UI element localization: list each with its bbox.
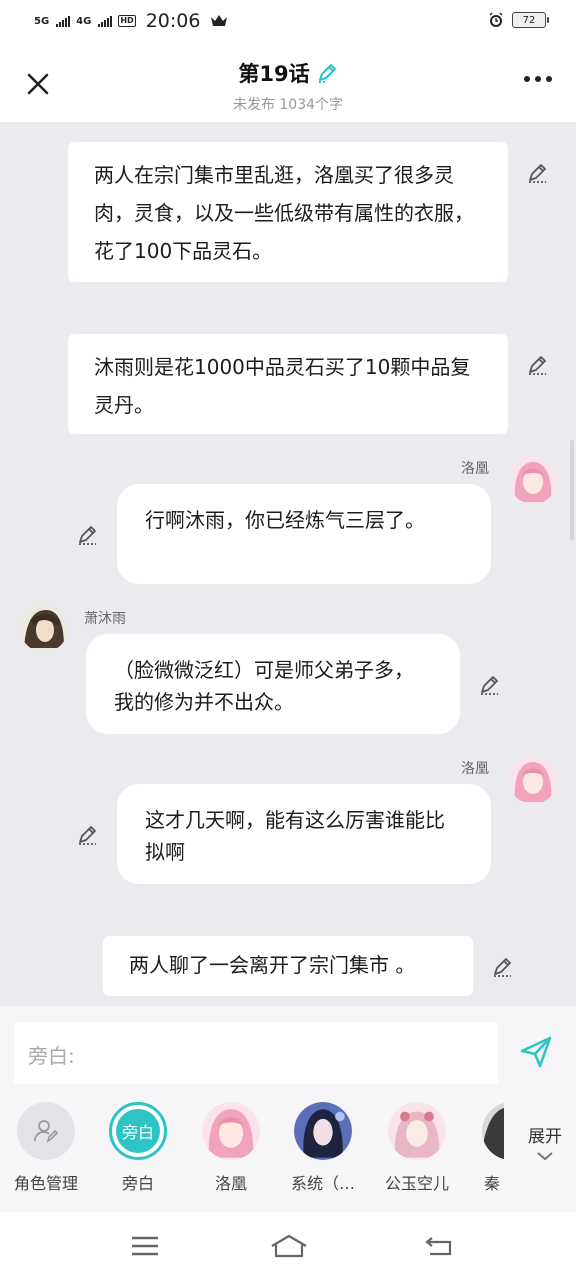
edit-icon[interactable]	[76, 824, 98, 846]
role-label: 角色管理	[13, 1174, 78, 1193]
edit-icon[interactable]	[491, 956, 513, 978]
edit-title-icon[interactable]	[316, 62, 338, 84]
narration-message[interactable]: 两人在宗门集市里乱逛，洛凰买了很多灵肉，灵食，以及一些低级带有属性的衣服，花了1…	[68, 142, 508, 282]
role-label: 旁白	[121, 1174, 154, 1193]
chat-bubble-right[interactable]: 行啊沐雨，你已经炼气三层了。	[117, 484, 491, 584]
message-text: 行啊沐雨，你已经炼气三层了。	[145, 508, 425, 532]
network-4g-label: 4G	[76, 15, 92, 27]
home-icon[interactable]	[270, 1232, 308, 1260]
message-text: 两人在宗门集市里乱逛，洛凰买了很多灵肉，灵食，以及一些低级带有属性的衣服，花了1…	[94, 163, 474, 263]
avatar-partial	[482, 1102, 504, 1160]
role-label: 公玉空儿	[384, 1174, 449, 1193]
speaker-name: 洛凰	[461, 761, 489, 777]
battery-icon: 72	[512, 12, 549, 28]
edit-icon[interactable]	[526, 354, 548, 376]
status-time: 20:06	[145, 10, 201, 32]
narration-message[interactable]: 两人聊了一会离开了宗门集市 。	[103, 936, 473, 996]
avatar[interactable]	[20, 604, 68, 652]
input-placeholder: 旁白:	[28, 1044, 75, 1068]
speaker-name: 洛凰	[461, 461, 489, 477]
avatar[interactable]	[509, 756, 557, 804]
battery-level: 72	[522, 14, 536, 26]
avatar-luohuang	[202, 1102, 260, 1160]
avatar-system	[294, 1102, 352, 1160]
role-selector: 角色管理 旁白 旁白 洛凰 系统（… 公玉空儿 秦 展开	[0, 1102, 576, 1202]
edit-icon[interactable]	[76, 524, 98, 546]
chat-bubble-left[interactable]: （脸微微泛红）可是师父弟子多，我的修为并不出众。	[86, 634, 460, 734]
message-text: 沐雨则是花1000中品灵石买了10颗中品复灵丹。	[94, 355, 471, 417]
signal-icon-2	[98, 15, 113, 27]
role-partial[interactable]: 秦	[470, 1102, 504, 1194]
message-text: 两人聊了一会离开了宗门集市 。	[129, 953, 416, 977]
role-manage-button[interactable]: 角色管理	[5, 1102, 87, 1194]
expand-button[interactable]: 展开	[520, 1122, 562, 1167]
edit-icon[interactable]	[526, 162, 548, 184]
composer-panel: 旁白: 角色管理 旁白 旁白 洛凰 系统（… 公玉空儿 秦 展开	[0, 1006, 576, 1212]
scrollbar[interactable]	[570, 440, 574, 540]
message-text: 这才几天啊，能有这么厉害谁能比拟啊	[145, 808, 445, 864]
role-gongyu[interactable]: 公玉空儿	[376, 1102, 458, 1194]
message-input[interactable]: 旁白:	[14, 1022, 498, 1084]
more-options-icon[interactable]	[524, 76, 552, 82]
menu-icon[interactable]	[128, 1232, 162, 1260]
role-narration[interactable]: 旁白 旁白	[97, 1102, 179, 1194]
back-icon[interactable]	[422, 1232, 456, 1260]
narration-badge-text: 旁白	[116, 1109, 160, 1153]
role-luohuang[interactable]: 洛凰	[190, 1102, 272, 1194]
role-system[interactable]: 系统（…	[282, 1102, 364, 1194]
status-bar: 5G 4G HD 20:06 72	[0, 0, 576, 44]
avatar-gongyu	[388, 1102, 446, 1160]
chapter-title: 第19话	[238, 62, 310, 86]
chat-bubble-right[interactable]: 这才几天啊，能有这么厉害谁能比拟啊	[117, 784, 491, 884]
send-icon[interactable]	[518, 1034, 554, 1070]
alarm-icon	[489, 12, 503, 27]
chapter-header: 第19话 未发布 1034个字	[0, 44, 576, 122]
system-nav-bar	[0, 1212, 576, 1280]
message-text: （脸微微泛红）可是师父弟子多，我的修为并不出众。	[114, 658, 414, 714]
expand-label: 展开	[528, 1127, 562, 1147]
hd-badge: HD	[118, 15, 136, 27]
chevron-down-icon	[537, 1152, 553, 1161]
chapter-subtitle: 未发布 1034个字	[232, 97, 344, 113]
network-5g-label: 5G	[34, 15, 50, 27]
narration-badge: 旁白	[109, 1102, 167, 1160]
edit-icon[interactable]	[478, 674, 500, 696]
signal-icon	[56, 15, 71, 27]
chat-area[interactable]: 两人在宗门集市里乱逛，洛凰买了很多灵肉，灵食，以及一些低级带有属性的衣服，花了1…	[0, 122, 576, 1006]
role-label: 洛凰	[214, 1174, 247, 1193]
role-label: 系统（…	[290, 1174, 355, 1193]
narration-message[interactable]: 沐雨则是花1000中品灵石买了10颗中品复灵丹。	[68, 334, 508, 434]
speaker-name: 萧沐雨	[84, 611, 126, 627]
role-label: 秦	[484, 1174, 501, 1193]
crown-icon	[211, 15, 228, 26]
avatar[interactable]	[509, 456, 557, 504]
role-manage-icon	[17, 1102, 75, 1160]
